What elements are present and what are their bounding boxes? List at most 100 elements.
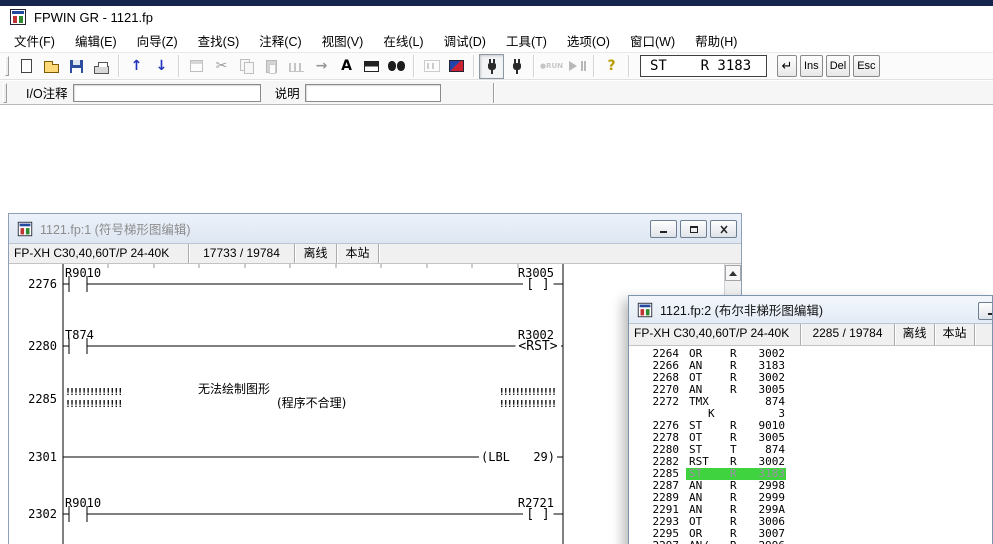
boolean-window-caption-buttons — [978, 302, 993, 320]
bool-row-2266[interactable]: 2266ANR3183 — [629, 360, 992, 372]
ladder-window-caption-buttons — [650, 220, 737, 238]
ladder-rung-2276[interactable]: 2276R9010[ ]R3005 — [28, 266, 563, 292]
iobar-grip[interactable] — [3, 83, 7, 103]
menu-item-1[interactable]: 编辑(E) — [65, 28, 127, 53]
boolean-instruction-list[interactable]: 2264ORR30022266ANR31832268OTR30022270ANR… — [629, 346, 992, 544]
scissors-icon: ✂ — [216, 59, 228, 73]
program-upload-button[interactable]: ↑ — [124, 54, 149, 79]
menu-item-0[interactable]: 文件(F) — [4, 28, 65, 53]
toolbar-separator — [118, 55, 120, 77]
ladder-monitor-button[interactable] — [419, 54, 444, 79]
rung-number: 2276 — [28, 277, 57, 291]
open-folder-icon — [44, 64, 59, 73]
find-button[interactable] — [384, 54, 409, 79]
del-key-button[interactable]: Del — [826, 55, 851, 77]
address: 2297 — [643, 540, 679, 544]
help-button[interactable]: ? — [599, 54, 624, 79]
toolbar-grip[interactable] — [5, 56, 9, 76]
bool-row-2272[interactable]: 2272TMX874 — [629, 396, 992, 408]
menu-item-3[interactable]: 查找(S) — [188, 28, 250, 53]
ladder-rung-2302[interactable]: 2302R9010[ ]R2721 — [28, 496, 563, 522]
minimize-button[interactable] — [650, 220, 677, 238]
online-mode-button[interactable] — [479, 54, 504, 79]
bool-row-2282[interactable]: 2282RSTR3002 — [629, 456, 992, 468]
ladder-grid-icon — [289, 63, 304, 72]
status-monitor-button[interactable] — [444, 54, 469, 79]
print-button[interactable] — [89, 54, 114, 79]
error-marks-left: !!!!!!!!!!!!!! — [65, 387, 121, 398]
menu-item-8[interactable]: 工具(T) — [496, 28, 557, 53]
boolean-editor-window: 1121.fp:2 (布尔非梯形图编辑) FP-XH C30,40,60T/P … — [628, 295, 993, 544]
program-download-button[interactable]: ↓ — [149, 54, 174, 79]
new-file-button[interactable] — [14, 54, 39, 79]
step-counter-cell: 17733 / 19784 — [189, 244, 295, 263]
copy-button[interactable] — [234, 54, 259, 79]
iobar-endcap — [493, 83, 495, 103]
toolbar-separator — [593, 55, 595, 77]
text-input-button[interactable]: A — [334, 54, 359, 79]
close-button[interactable] — [710, 220, 737, 238]
station-cell: 本站 — [935, 324, 975, 345]
ladder-rung-2280[interactable]: 2280T874<RST>R3002 — [28, 328, 563, 354]
coil-label-R3002: R3002 — [518, 328, 554, 342]
main-titlebar[interactable]: FPWIN GR - 1121.fp — [0, 6, 993, 28]
offline-mode-button[interactable] — [504, 54, 529, 79]
esc-key-button[interactable]: Esc — [853, 55, 879, 77]
io-description-input[interactable] — [305, 84, 441, 102]
ladder-rung-2285[interactable]: 2285!!!!!!!!!!!!!!!!!!!!!!!!!!!!!!!!!!!!… — [28, 381, 555, 410]
menu-item-7[interactable]: 调试(D) — [434, 28, 496, 53]
minimize-button[interactable] — [978, 302, 993, 320]
plc-type-cell: FP-XH C30,40,60T/P 24-40K — [9, 244, 189, 263]
ladder-rung-2301[interactable]: 2301(LBL29) — [28, 450, 563, 464]
run-label-icon: ●RUN — [540, 63, 563, 70]
bool-row-2270[interactable]: 2270ANR3005 — [629, 384, 992, 396]
ladder-window-titlebar[interactable]: 1121.fp:1 (符号梯形图编辑) — [9, 214, 741, 244]
menu-item-6[interactable]: 在线(L) — [373, 28, 433, 53]
jump-button[interactable]: → — [309, 54, 334, 79]
boolean-window-icon — [638, 302, 652, 316]
bool-row-2280[interactable]: 2280STT874 — [629, 444, 992, 456]
menu-item-10[interactable]: 窗口(W) — [620, 28, 685, 53]
bool-row-2278[interactable]: 2278OTR3005 — [629, 432, 992, 444]
bool-row-2268[interactable]: 2268OTR3002 — [629, 372, 992, 384]
menu-item-9[interactable]: 选项(O) — [557, 28, 620, 53]
boolean-window-statusbar: FP-XH C30,40,60T/P 24-40K 2285 / 19784 离… — [629, 324, 992, 346]
offline-plug-icon — [511, 58, 523, 74]
enter-key-button[interactable]: ↵ — [777, 55, 797, 77]
bool-row-2295[interactable]: 2295ORR3007 — [629, 528, 992, 540]
menu-item-4[interactable]: 注释(C) — [249, 28, 311, 53]
restore-button[interactable] — [680, 220, 707, 238]
bool-row-2291[interactable]: 2291ANR299A — [629, 504, 992, 516]
io-comment-input[interactable] — [73, 84, 261, 102]
download-arrow-icon: ↓ — [156, 59, 168, 73]
scroll-up-arrow-icon[interactable] — [725, 265, 741, 281]
ladder-edit-button[interactable] — [284, 54, 309, 79]
menu-item-11[interactable]: 帮助(H) — [685, 28, 747, 53]
insert-window-button[interactable] — [184, 54, 209, 79]
bool-row-k5[interactable]: K3 — [629, 408, 992, 420]
paste-button[interactable] — [259, 54, 284, 79]
bool-row-2297[interactable]: 2297AN/R2996 — [629, 540, 992, 544]
menu-item-2[interactable]: 向导(Z) — [127, 28, 188, 53]
offline-mode-cell: 离线 — [295, 244, 337, 263]
boolean-window-titlebar[interactable]: 1121.fp:2 (布尔非梯形图编辑) — [629, 296, 992, 324]
menu-item-5[interactable]: 视图(V) — [312, 28, 374, 53]
rung-number: 2302 — [28, 507, 57, 521]
operand-value: 2996 — [733, 540, 785, 544]
bool-row-2264[interactable]: 2264ORR3002 — [629, 348, 992, 360]
io-comment-bar: I/O注释 说明 — [0, 81, 993, 105]
instruction-display[interactable]: ST R 3183 — [640, 55, 767, 77]
run-mode-button[interactable]: ●RUN — [539, 54, 564, 79]
bool-row-2293[interactable]: 2293OTR3006 — [629, 516, 992, 528]
bool-row-2287[interactable]: 2287ANR2998 — [629, 480, 992, 492]
bool-row-2276[interactable]: 2276STR9010 — [629, 420, 992, 432]
run-pause-button[interactable] — [564, 54, 589, 79]
open-file-button[interactable] — [39, 54, 64, 79]
bool-row-2289[interactable]: 2289ANR2999 — [629, 492, 992, 504]
text-a-icon: A — [341, 59, 352, 73]
bool-row-2285[interactable]: 2285STR3183 — [629, 468, 992, 480]
block-select-button[interactable] — [359, 54, 384, 79]
ins-key-button[interactable]: Ins — [800, 55, 823, 77]
cut-button[interactable]: ✂ — [209, 54, 234, 79]
save-file-button[interactable] — [64, 54, 89, 79]
